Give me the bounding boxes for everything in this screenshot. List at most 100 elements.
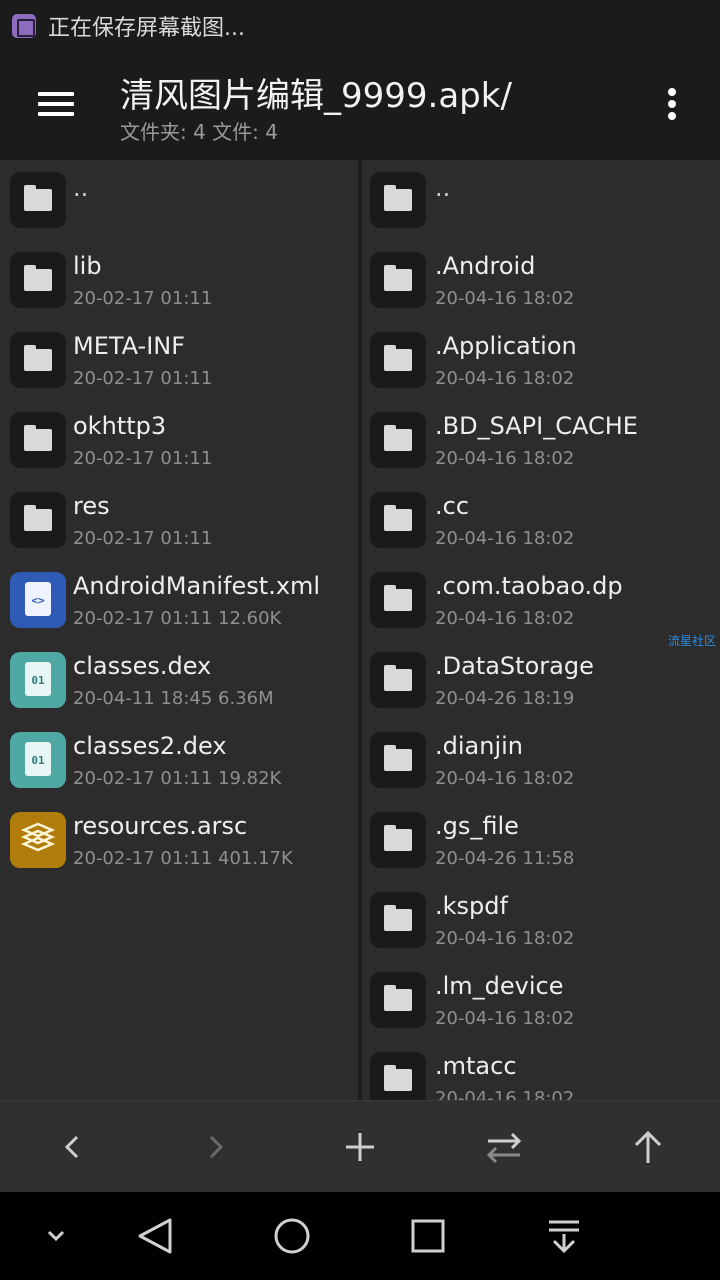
file-row[interactable]: .lm_device 20-04-16 18:02: [362, 960, 720, 1040]
parent-folder-button[interactable]: [620, 1119, 676, 1175]
file-row[interactable]: lib 20-02-17 01:11: [0, 240, 358, 320]
file-row[interactable]: .Android 20-04-16 18:02: [362, 240, 720, 320]
folder-shape: [384, 505, 412, 531]
triangle-back-icon: [138, 1218, 172, 1254]
folder-shape: [384, 825, 412, 851]
chevron-down-icon: [47, 1230, 65, 1242]
file-name: classes.dex: [73, 652, 212, 680]
folder-shape: [384, 1065, 412, 1091]
file-row[interactable]: .BD_SAPI_CACHE 20-04-16 18:02: [362, 400, 720, 480]
file-row[interactable]: .DataStorage 20-04-26 18:19: [362, 640, 720, 720]
file-meta: 20-02-17 01:11 19.82K: [73, 768, 282, 789]
file-meta: 20-04-11 18:45 6.36M: [73, 688, 274, 709]
folder-shape: [384, 185, 412, 211]
file-row[interactable]: .gs_file 20-04-26 11:58: [362, 800, 720, 880]
folder-icon: [370, 732, 426, 788]
parent-directory-row[interactable]: ..: [0, 160, 358, 240]
folder-icon: [370, 572, 426, 628]
chevron-left-icon: [64, 1135, 79, 1159]
xml-file-icon: <>: [10, 572, 66, 628]
folder-icon: [370, 332, 426, 388]
file-row[interactable]: .com.taobao.dp 20-04-16 18:02: [362, 560, 720, 640]
file-meta: 20-04-16 18:02: [435, 1088, 575, 1100]
folder-icon: [10, 172, 66, 228]
nav-back-button[interactable]: [132, 1212, 180, 1260]
file-meta: 20-04-16 18:02: [435, 368, 575, 389]
file-row[interactable]: <> AndroidManifest.xml 20-02-17 01:11 12.6…: [0, 560, 358, 640]
file-meta: 20-04-16 18:02: [435, 288, 575, 309]
file-row[interactable]: .Application 20-04-16 18:02: [362, 320, 720, 400]
file-meta: 20-02-17 01:11 12.60K: [73, 608, 282, 629]
file-meta: 20-02-17 01:11: [73, 448, 213, 469]
file-name: .kspdf: [435, 892, 508, 920]
file-row[interactable]: .cc 20-04-16 18:02: [362, 480, 720, 560]
file-row[interactable]: res 20-02-17 01:11: [0, 480, 358, 560]
file-name: resources.arsc: [73, 812, 248, 840]
file-meta: 20-04-16 18:02: [435, 768, 575, 789]
circle-home-icon: [274, 1218, 310, 1254]
folder-icon: [370, 652, 426, 708]
nav-home-button[interactable]: [268, 1212, 316, 1260]
status-bar: 正在保存屏幕截图...: [0, 0, 720, 52]
folder-shape: [24, 505, 52, 531]
file-meta: 20-04-16 18:02: [435, 608, 575, 629]
bottom-toolbar: [0, 1100, 720, 1192]
binary-mark: 01: [31, 754, 45, 767]
folder-shape: [24, 185, 52, 211]
file-meta: 20-04-16 18:02: [435, 928, 575, 949]
parent-directory-label: ..: [73, 174, 89, 202]
add-button[interactable]: [332, 1119, 388, 1175]
file-name: okhttp3: [73, 412, 167, 440]
file-row[interactable]: .mtacc 20-04-16 18:02: [362, 1040, 720, 1100]
file-meta: 20-04-26 11:58: [435, 848, 575, 869]
document-shape: 01: [25, 662, 51, 696]
hamburger-icon: [38, 92, 74, 96]
folder-shape: [384, 745, 412, 771]
file-meta: 20-02-17 01:11: [73, 288, 213, 309]
file-row[interactable]: okhttp3 20-02-17 01:11: [0, 400, 358, 480]
file-name: .DataStorage: [435, 652, 594, 680]
file-row[interactable]: 01 classes2.dex 20-02-17 01:11 19.82K: [0, 720, 358, 800]
binary-mark: 01: [31, 674, 45, 687]
more-options-button[interactable]: [652, 82, 692, 126]
left-file-pane[interactable]: .. lib 20-02-17 01:11 META-INF 20-02-17 01:1…: [0, 160, 358, 1100]
file-meta: 20-04-16 18:02: [435, 528, 575, 549]
file-row[interactable]: resources.arsc 20-02-17 01:11 401.17K: [0, 800, 358, 880]
file-row[interactable]: .dianjin 20-04-16 18:02: [362, 720, 720, 800]
folder-shape: [384, 345, 412, 371]
system-nav-bar: [0, 1192, 720, 1280]
file-name: AndroidManifest.xml: [73, 572, 321, 600]
file-name: classes2.dex: [73, 732, 227, 760]
status-text: 正在保存屏幕截图...: [48, 16, 245, 41]
folder-shape: [384, 905, 412, 931]
menu-button[interactable]: [26, 78, 86, 126]
folder-icon: [10, 492, 66, 548]
folder-icon: [10, 332, 66, 388]
screenshot-icon: [12, 14, 36, 38]
file-meta: 20-04-16 18:02: [435, 448, 575, 469]
chevron-right-icon: [209, 1135, 224, 1159]
file-meta: 20-02-17 01:11: [73, 528, 213, 549]
right-file-pane[interactable]: .. .Android 20-04-16 18:02 .Application 20-0…: [362, 160, 720, 1100]
square-recents-icon: [411, 1219, 445, 1253]
nav-recents-button[interactable]: [404, 1212, 452, 1260]
collapse-nav-button[interactable]: [32, 1212, 80, 1260]
file-meta: 20-02-17 01:11 401.17K: [73, 848, 293, 869]
swap-panes-button[interactable]: [476, 1119, 532, 1175]
parent-directory-row[interactable]: ..: [362, 160, 720, 240]
back-button[interactable]: [44, 1119, 100, 1175]
file-name: res: [73, 492, 110, 520]
forward-button[interactable]: [188, 1119, 244, 1175]
folder-icon: [370, 1052, 426, 1100]
file-row[interactable]: 01 classes.dex 20-04-11 18:45 6.36M: [0, 640, 358, 720]
layers-icon: [20, 822, 56, 852]
folder-shape: [384, 985, 412, 1011]
nav-notifications-button[interactable]: [540, 1212, 588, 1260]
file-name: .gs_file: [435, 812, 519, 840]
file-row[interactable]: META-INF 20-02-17 01:11: [0, 320, 358, 400]
layers-file-icon: [10, 812, 66, 868]
file-name: .cc: [435, 492, 470, 520]
folder-shape: [24, 425, 52, 451]
file-row[interactable]: .kspdf 20-04-16 18:02: [362, 880, 720, 960]
folder-file-count: 文件夹: 4 文件: 4: [120, 120, 278, 144]
